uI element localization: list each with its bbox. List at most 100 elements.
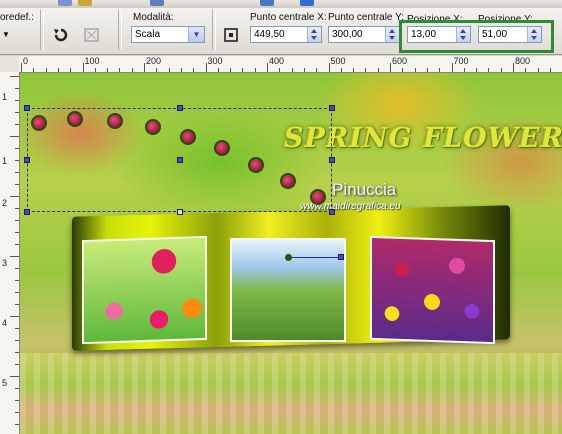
ruler-tick [267, 63, 268, 72]
horizontal-ruler[interactable]: 0 100 200 300 400 500 600 700 800 [19, 56, 562, 73]
ruler-tick [217, 68, 219, 72]
mode-select[interactable]: Scala ▼ [131, 26, 205, 43]
ruler-label: 300 [207, 56, 223, 66]
vertical-ruler[interactable]: 1 1 2 3 4 5 [0, 72, 20, 434]
canvas-author: Pinuccia [332, 180, 397, 199]
ruler-label: 5 [2, 378, 8, 388]
ruler-label: 2 [2, 198, 8, 208]
image-canvas[interactable]: SPRING FLOWERS Pinuccia www.maidiregrafi… [20, 73, 562, 434]
ruler-tick [377, 68, 379, 72]
ruler-tick [537, 68, 539, 72]
ruler-tick [513, 63, 514, 72]
center-frame-icon [224, 28, 238, 42]
help-icon[interactable] [300, 0, 314, 6]
ruler-tick [15, 172, 19, 173]
ruler-tick [45, 68, 47, 72]
ruler-tick [365, 68, 367, 72]
ruler-tick [439, 68, 441, 72]
open-file-icon[interactable] [78, 0, 92, 6]
resize-handle-bottom-left[interactable] [24, 209, 30, 215]
ruler-tick [15, 280, 19, 281]
rotation-handle[interactable] [338, 254, 344, 260]
ruler-tick [451, 63, 453, 72]
ruler-tick [10, 76, 19, 77]
ruler-tick [303, 68, 305, 72]
ruler-tick [476, 68, 478, 72]
ruler-label: 700 [453, 56, 469, 66]
center-y-field[interactable]: 300,00 [328, 26, 400, 43]
ruler-tick [15, 160, 19, 161]
resize-handle-top[interactable] [177, 105, 183, 111]
ruler-tick [15, 268, 19, 269]
new-file-icon[interactable] [58, 0, 72, 6]
ruler-tick [549, 68, 551, 72]
undo-icon[interactable] [260, 0, 274, 6]
ruler-tick [414, 68, 416, 72]
toolbar-separator [40, 10, 44, 50]
ruler-tick [15, 220, 19, 221]
ruler-tick [94, 68, 96, 72]
center-x-label: Punto centrale X: [250, 12, 327, 23]
deform-grid-icon [84, 28, 99, 42]
ruler-tick [70, 68, 72, 72]
ruler-tick [119, 68, 121, 72]
mode-label: Modalità: [133, 12, 174, 23]
apply-button[interactable] [79, 22, 105, 48]
rotation-arm-line [292, 257, 340, 258]
ruler-tick [402, 68, 404, 72]
resize-handle-left[interactable] [24, 157, 30, 163]
center-y-value: 300,00 [332, 29, 363, 40]
ruler-label: 1 [2, 92, 8, 102]
ruler-tick [15, 148, 19, 149]
preset-dropdown-arrow-icon[interactable]: ▼ [2, 30, 10, 39]
ruler-tick [242, 68, 244, 72]
ruler-tick [10, 136, 19, 137]
ruler-tick [390, 63, 391, 72]
save-file-icon[interactable] [150, 0, 164, 6]
resize-handle-right[interactable] [329, 157, 335, 163]
ruler-tick [15, 340, 19, 341]
ruler-corner [0, 56, 20, 73]
ruler-tick [15, 124, 19, 125]
ruler-tick [131, 68, 133, 72]
ruler-tick [57, 68, 59, 72]
ruler-tick [15, 352, 19, 353]
resize-handle-top-left[interactable] [24, 105, 30, 111]
resize-handle-top-right[interactable] [329, 105, 335, 111]
ruler-tick [279, 68, 281, 72]
resize-handle-bottom-right[interactable] [329, 209, 335, 215]
ruler-tick [15, 388, 19, 389]
ruler-tick [15, 412, 19, 413]
ruler-tick [15, 424, 19, 425]
ruler-label: 1 [2, 156, 8, 166]
ruler-tick [193, 68, 195, 72]
ruler-tick [15, 244, 19, 245]
ruler-tick [15, 364, 19, 365]
preset-label: oredef.: [0, 12, 34, 23]
ruler-tick [15, 184, 19, 185]
ruler-tick [10, 316, 19, 317]
ruler-tick [500, 68, 502, 72]
ruler-tick [21, 63, 22, 72]
center-pivot-button[interactable] [218, 22, 244, 48]
toolbar-separator [118, 10, 122, 50]
ruler-tick [205, 63, 207, 72]
ruler-label: 100 [84, 56, 100, 66]
chevron-down-icon[interactable]: ▼ [188, 27, 204, 42]
reset-button[interactable] [48, 22, 74, 48]
floor-reflection [20, 353, 562, 434]
ruler-tick [230, 68, 232, 72]
ruler-tick [525, 68, 527, 72]
ruler-tick [15, 100, 19, 101]
ruler-tick [168, 68, 170, 72]
resize-handle-center[interactable] [177, 157, 183, 163]
ruler-tick [15, 88, 19, 89]
resize-handle-bottom[interactable] [177, 209, 183, 215]
center-x-field[interactable]: 449,50 [250, 26, 322, 43]
ruler-tick [33, 68, 35, 72]
center-x-stepper[interactable] [307, 27, 321, 42]
center-y-stepper[interactable] [385, 27, 399, 42]
ruler-tick [10, 376, 19, 377]
position-highlight-frame [399, 20, 554, 53]
ruler-tick [180, 68, 182, 72]
